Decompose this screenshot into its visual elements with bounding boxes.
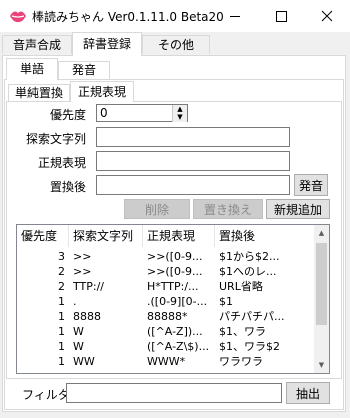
cell-replacement: $1から$2... [219, 250, 280, 263]
cell-regex: H*TTP:/... [147, 280, 199, 293]
close-icon [321, 10, 333, 22]
cell-priority: 2 [58, 265, 65, 278]
extract-button[interactable]: 抽出 [286, 382, 330, 404]
cell-priority: 1 [58, 295, 65, 308]
scroll-thumb[interactable] [316, 243, 327, 325]
cell-replacement: $1、ワラ [219, 325, 266, 338]
maximize-button[interactable] [258, 0, 304, 32]
cell-regex: >>([0-9... [147, 265, 203, 278]
cell-replacement: ワラワラ [219, 355, 263, 368]
tab-regex[interactable]: 正規表現 [70, 81, 134, 102]
priority-spinner[interactable]: 0 ▲ ▼ [96, 104, 188, 122]
replace-button[interactable]: 置き換え [193, 199, 263, 219]
dictionary-list[interactable]: 優先度 探索文字列 正規表現 置換後 3 >> >>([0-9... $1から$2..… [16, 224, 330, 374]
cell-replacement: URL省略 [219, 280, 263, 293]
table-row[interactable]: 1 W ([^A-Z\$)... $1、ワラ$2 [17, 339, 314, 355]
column-header-regex[interactable]: 正規表現 [143, 225, 215, 247]
search-string-input[interactable] [96, 127, 290, 147]
filter-label: フィルタ [22, 388, 70, 402]
priority-label: 優先度 [50, 108, 87, 122]
regex-label: 正規表現 [38, 156, 87, 170]
table-row[interactable]: 1 W ([^A-Z])... $1、ワラ [17, 324, 314, 340]
replacement-label: 置換後 [50, 180, 87, 194]
tab-voice-synthesis[interactable]: 音声合成 [2, 35, 72, 54]
cell-priority: 3 [58, 250, 65, 263]
cell-search: TTP:// [73, 280, 104, 293]
cell-replacement: $1へのレ... [219, 265, 277, 278]
cell-priority: 2 [58, 280, 65, 293]
cell-regex: ([^A-Z])... [147, 325, 203, 338]
priority-input[interactable]: 0 [97, 105, 171, 121]
pronounce-button[interactable]: 発音 [294, 174, 328, 196]
cell-priority: 1 [58, 340, 65, 353]
scroll-up-button[interactable]: ▲ [314, 225, 329, 241]
tab-word[interactable]: 単語 [6, 58, 58, 80]
regex-input[interactable] [96, 151, 290, 171]
column-header-replacement[interactable]: 置換後 [215, 225, 314, 247]
table-row[interactable]: 1 WW WWW* ワラワラ [17, 354, 314, 370]
cell-replacement: $1 [219, 295, 233, 308]
cell-priority: 1 [58, 325, 65, 338]
cell-regex: ([^A-Z\$)... [147, 340, 210, 353]
chevron-up-icon: ▲ [177, 104, 183, 113]
tab-dictionary[interactable]: 辞書登録 [72, 32, 142, 56]
cell-regex: WWW* [147, 355, 186, 368]
table-row[interactable]: 3 >> >>([0-9... $1から$2... [17, 249, 314, 265]
title-bar: 棒読みちゃん Ver0.1.11.0 Beta20 [0, 0, 350, 32]
tab-pronunciation[interactable]: 発音 [58, 61, 110, 79]
delete-button[interactable]: 削除 [124, 199, 190, 219]
maximize-icon [275, 10, 287, 22]
table-row[interactable]: 1. .([0-9][0-... $1 [17, 294, 314, 310]
minimize-button[interactable] [212, 0, 258, 32]
lips-icon [10, 11, 26, 23]
cell-regex: .([0-9][0-... [147, 295, 208, 308]
chevron-up-icon: ▲ [318, 229, 325, 237]
scroll-down-button[interactable]: ▼ [314, 357, 329, 373]
cell-search: WW [73, 355, 95, 368]
cell-regex: 88888* [147, 310, 188, 323]
column-header-priority[interactable]: 優先度 [17, 225, 69, 247]
chevron-down-icon: ▼ [318, 361, 325, 369]
cell-priority: 1 [58, 310, 65, 323]
spin-down-button[interactable]: ▼ [172, 113, 187, 122]
cell-regex: >>([0-9... [147, 250, 203, 263]
cell-search: 8888 [73, 310, 101, 323]
table-row[interactable]: 2 TTP:// H*TTP:/... URL省略 [17, 279, 314, 295]
table-row[interactable]: 1 8888 88888* パチパチパ... [17, 309, 314, 325]
tab-other[interactable]: その他 [142, 35, 210, 54]
column-header-search[interactable]: 探索文字列 [69, 225, 143, 247]
cell-search: >> [73, 250, 92, 263]
minimize-icon [230, 15, 240, 17]
vertical-scrollbar[interactable]: ▲ ▼ [314, 225, 329, 373]
table-row[interactable]: 2 >> >>([0-9... $1へのレ... [17, 264, 314, 280]
search-string-label: 探索文字列 [26, 132, 87, 146]
cell-search: >> [73, 265, 92, 278]
new-entry-button[interactable]: 新規追加 [266, 199, 330, 219]
cell-search: W [73, 340, 84, 353]
tab-simple-replace[interactable]: 単純置換 [8, 84, 70, 101]
cell-search: . [73, 295, 77, 308]
cell-replacement: パチパチパ... [219, 310, 285, 323]
filter-input[interactable] [66, 383, 282, 403]
cell-search: W [73, 325, 84, 338]
replacement-input[interactable] [96, 175, 290, 195]
window-title: 棒読みちゃん Ver0.1.11.0 Beta20 [32, 10, 224, 24]
cell-priority: 1 [58, 355, 65, 368]
cell-replacement: $1、ワラ$2 [219, 340, 280, 353]
list-header: 優先度 探索文字列 正規表現 置換後 [17, 225, 314, 247]
chevron-down-icon: ▼ [177, 113, 183, 121]
close-button[interactable] [304, 0, 350, 32]
